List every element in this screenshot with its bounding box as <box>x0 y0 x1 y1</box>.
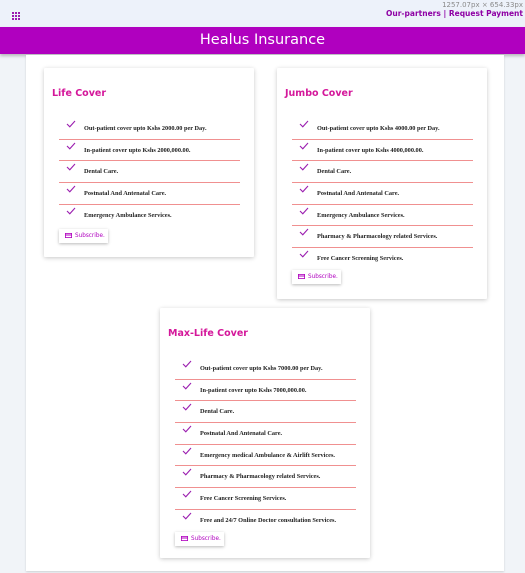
plan-title: Life Cover <box>52 88 107 99</box>
plan-card-max-life-cover: Max-Life Cover Out-patient cover upto Ks… <box>160 308 370 558</box>
feature-item: Out-patient cover upto Kshs 4000.00 per … <box>292 118 473 140</box>
grid-icon[interactable] <box>12 12 20 20</box>
feature-text: Free Cancer Screening Services. <box>200 495 287 503</box>
top-bar: 1257.07px × 654.33px Our-partners | Requ… <box>0 0 525 27</box>
feature-item: Emergency medical Ambulance & Airlift Se… <box>175 445 356 467</box>
feature-text: Out-patient cover upto Kshs 4000.00 per … <box>317 125 440 132</box>
check-icon <box>182 404 192 411</box>
feature-text: In-patient cover upto Kshs 4000,000.00. <box>317 146 424 154</box>
feature-text: Dental Care. <box>200 408 235 416</box>
page-header: Healus Insurance <box>0 27 525 54</box>
our-partners-link[interactable]: Our-partners <box>386 9 441 18</box>
check-icon <box>299 229 309 237</box>
subscribe-label: Subscribe. <box>191 536 221 542</box>
feature-item: Out-patient cover upto Kshs 7000.00 per … <box>175 358 356 380</box>
feature-text: Free Cancer Screening Services. <box>317 255 404 263</box>
subscribe-label: Subscribe. <box>308 274 338 280</box>
plan-card-jumbo-cover: Jumbo Cover Out-patient cover upto Kshs … <box>277 68 487 299</box>
feature-item: In-patient cover upto Kshs 4000,000.00. <box>292 140 473 162</box>
feature-item: Dental Care. <box>175 401 356 424</box>
check-icon <box>66 164 76 171</box>
feature-text: Postnatal And Antenatal Care. <box>84 190 167 198</box>
feature-text: Emergency Ambulance Services. <box>84 211 172 219</box>
link-separator: | <box>440 9 449 18</box>
check-icon <box>299 250 309 258</box>
plans-container: Life Cover Out-patient cover upto Kshs 2… <box>26 55 504 571</box>
check-icon <box>182 512 192 520</box>
feature-text: Free and 24/7 Online Doctor consultation… <box>200 516 337 524</box>
feature-item: Emergency Ambulance Services. <box>292 205 473 227</box>
feature-list: Out-patient cover upto Kshs 4000.00 per … <box>292 118 473 269</box>
feature-text: Out-patient cover upto Kshs 2000.00 per … <box>84 125 207 132</box>
check-icon <box>182 360 192 368</box>
feature-text: Postnatal And Antenatal Care. <box>200 430 283 438</box>
plan-title: Jumbo Cover <box>285 88 353 99</box>
feature-item: Dental Care. <box>292 161 473 184</box>
check-icon <box>182 469 192 477</box>
feature-text: Emergency Ambulance Services. <box>317 211 405 219</box>
dimensions-readout: 1257.07px × 654.33px <box>442 1 523 9</box>
feature-text: Emergency medical Ambulance & Airlift Se… <box>200 451 336 459</box>
feature-item: Dental Care. <box>59 161 240 184</box>
feature-text: Postnatal And Antenatal Care. <box>317 190 400 198</box>
feature-text: Out-patient cover upto Kshs 7000.00 per … <box>200 365 323 372</box>
check-icon <box>66 120 76 128</box>
subscribe-button[interactable]: Subscribe. <box>59 229 108 243</box>
feature-item: Free Cancer Screening Services. <box>292 248 473 269</box>
subscribe-button[interactable]: Subscribe. <box>292 270 341 284</box>
check-icon <box>182 382 192 390</box>
check-icon <box>299 185 309 193</box>
subscribe-button[interactable]: Subscribe. <box>175 532 224 546</box>
top-links: Our-partners | Request Payment <box>386 9 523 18</box>
feature-item: Free Cancer Screening Services. <box>175 488 356 510</box>
plan-card-life-cover: Life Cover Out-patient cover upto Kshs 2… <box>44 68 254 257</box>
feature-item: Pharmacy & Pharmacology related Services… <box>175 466 356 489</box>
feature-item: Postnatal And Antenatal Care. <box>292 183 473 205</box>
feature-item: Emergency Ambulance Services. <box>59 205 240 226</box>
feature-item: In-patient cover upto Kshs 2000,000.00. <box>59 140 240 162</box>
feature-text: Pharmacy & Pharmacology related Services… <box>200 473 321 481</box>
check-icon <box>299 142 309 150</box>
check-icon <box>299 164 309 171</box>
feature-item: Pharmacy & Pharmacology related Services… <box>292 226 473 249</box>
check-icon <box>299 120 309 128</box>
feature-text: Dental Care. <box>317 168 352 176</box>
check-icon <box>66 207 76 215</box>
feature-item: Out-patient cover upto Kshs 2000.00 per … <box>59 118 240 140</box>
check-icon <box>182 490 192 498</box>
check-icon <box>66 185 76 193</box>
feature-text: Dental Care. <box>84 168 119 176</box>
feature-item: In-patient cover upto Kshs 7000,000.00. <box>175 380 356 402</box>
check-icon <box>299 207 309 215</box>
card-icon <box>298 274 305 279</box>
feature-text: In-patient cover upto Kshs 7000,000.00. <box>200 386 307 394</box>
feature-item: Free and 24/7 Online Doctor consultation… <box>175 510 356 531</box>
check-icon <box>182 447 192 455</box>
feature-list: Out-patient cover upto Kshs 2000.00 per … <box>59 118 240 225</box>
check-icon <box>66 142 76 150</box>
feature-item: Postnatal And Antenatal Care. <box>175 423 356 445</box>
feature-item: Postnatal And Antenatal Care. <box>59 183 240 205</box>
feature-text: Pharmacy & Pharmacology related Services… <box>317 233 438 241</box>
card-icon <box>181 536 188 541</box>
feature-list: Out-patient cover upto Kshs 7000.00 per … <box>175 358 356 531</box>
feature-text: In-patient cover upto Kshs 2000,000.00. <box>84 146 191 154</box>
card-icon <box>65 233 72 238</box>
subscribe-label: Subscribe. <box>75 233 105 239</box>
plan-title: Max-Life Cover <box>168 328 248 339</box>
request-payment-link[interactable]: Request Payment <box>449 9 523 18</box>
check-icon <box>182 425 192 433</box>
